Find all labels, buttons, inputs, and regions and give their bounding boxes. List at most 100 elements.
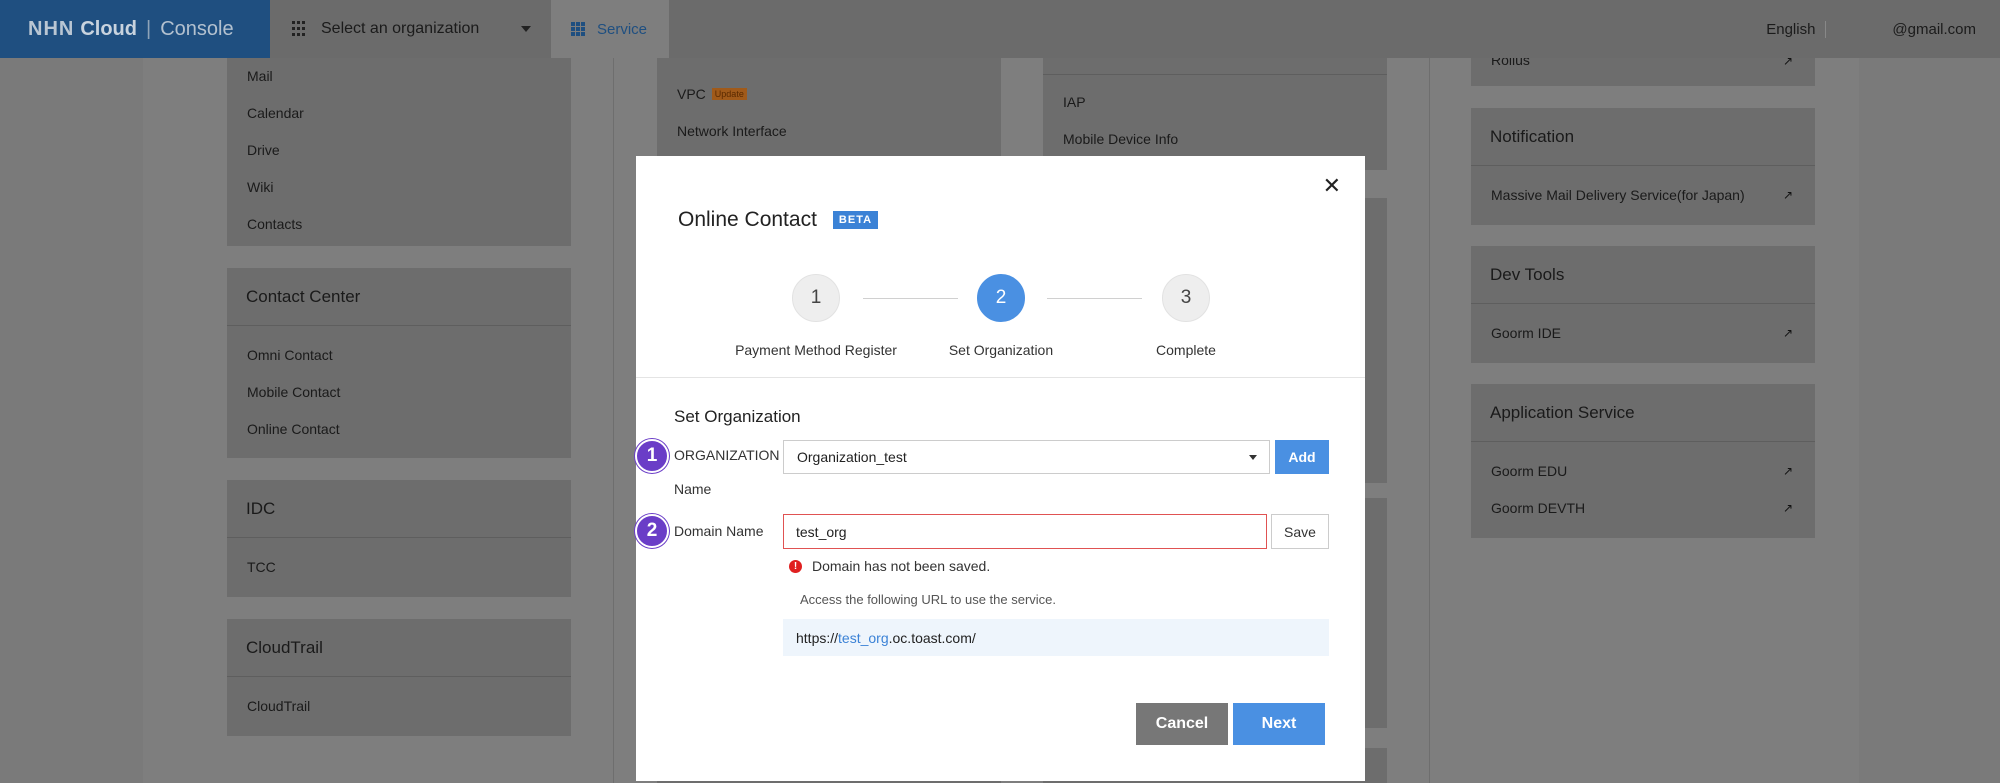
service-item-cloudtrail[interactable]: CloudTrail: [227, 687, 571, 724]
step-1-label: Payment Method Register: [735, 342, 897, 358]
annotation-badge-2: 2: [635, 514, 669, 548]
apps-grid-icon: [571, 22, 585, 36]
url-prefix: https://: [796, 629, 839, 646]
notification-card: Notification Massive Mail Delivery Servi…: [1471, 108, 1815, 225]
next-button[interactable]: Next: [1233, 703, 1325, 745]
service-item-tcc[interactable]: TCC: [227, 548, 571, 585]
external-link-icon: ↗: [1782, 325, 1793, 340]
step-1-circle: 1: [792, 274, 840, 322]
service-item-network-interface[interactable]: Network Interface: [657, 112, 1001, 149]
brand-logo-mark: NHN: [28, 17, 75, 40]
organization-select[interactable]: Select an organization: [270, 0, 551, 58]
external-link-icon: ↗: [1782, 463, 1793, 478]
service-tab[interactable]: Service: [551, 0, 669, 58]
step-1: 1 Payment Method Register: [716, 274, 916, 358]
user-email[interactable]: @gmail.com: [1892, 21, 1976, 38]
service-item-goorm-edu[interactable]: Goorm EDU ↗: [1471, 452, 1815, 489]
column-divider: [613, 58, 614, 783]
service-item-omni-contact[interactable]: Omni Contact: [227, 336, 571, 373]
service-item-mail[interactable]: Mail: [227, 58, 571, 94]
contact-center-card: Contact Center Omni Contact Mobile Conta…: [227, 268, 571, 458]
stepper: 1 Payment Method Register 2 Set Organiza…: [636, 274, 1365, 374]
column-divider: [1429, 58, 1430, 783]
step-3: 3 Complete: [1086, 274, 1286, 358]
application-service-title: Application Service: [1471, 384, 1815, 442]
chevron-down-icon: [1249, 454, 1257, 460]
contact-center-title: Contact Center: [227, 268, 571, 326]
url-hint: Access the following URL to use the serv…: [800, 592, 1057, 607]
service-item-drive[interactable]: Drive: [227, 131, 571, 168]
save-domain-button[interactable]: Save: [1271, 514, 1329, 549]
service-item-contacts[interactable]: Contacts: [227, 205, 571, 242]
section-title: Set Organization: [674, 407, 801, 426]
idc-card: IDC TCC: [227, 480, 571, 597]
chevron-down-icon: [521, 26, 531, 32]
external-link-icon: ↗: [1782, 58, 1793, 68]
domain-error-message: Domain has not been saved.: [812, 558, 991, 574]
brand-separator: |: [146, 17, 152, 40]
service-item-massive-mail[interactable]: Massive Mail Delivery Service(for Japan)…: [1471, 176, 1815, 213]
vpc-label: VPC: [677, 85, 706, 102]
step-2: 2 Set Organization: [901, 274, 1101, 358]
brand-logo[interactable]: NHN Cloud | Console: [0, 0, 270, 58]
service-item-rollus[interactable]: Rollus ↗: [1471, 58, 1815, 68]
step-2-circle: 2: [977, 274, 1025, 322]
collaboration-card: Mail Calendar Drive Wiki Contacts: [227, 58, 571, 246]
close-icon[interactable]: ✕: [1323, 174, 1341, 199]
service-tab-label: Service: [597, 20, 648, 38]
organization-selected-value: Organization_test: [797, 449, 907, 465]
service-url-box: https:// test_org .oc.toast.com/: [783, 619, 1329, 656]
step-2-label: Set Organization: [948, 342, 1054, 358]
top-bar: NHN Cloud | Console Select an organizati…: [0, 0, 2000, 58]
language-selector[interactable]: English: [1766, 20, 1827, 38]
organization-select-dropdown[interactable]: Organization_test: [783, 440, 1270, 474]
dev-tools-card: Dev Tools Goorm IDE ↗: [1471, 246, 1815, 363]
cloudtrail-card: CloudTrail CloudTrail: [227, 619, 571, 736]
domain-name-label: Domain Name: [674, 523, 764, 539]
url-suffix: .oc.toast.com/: [888, 629, 976, 646]
update-tag: Update: [711, 87, 747, 100]
organization-label-name: Name: [674, 481, 712, 497]
service-item-goorm-devth[interactable]: Goorm DEVTH ↗: [1471, 489, 1815, 526]
goorm-ide-label: Goorm IDE: [1491, 324, 1562, 341]
external-link-icon: ↗: [1782, 187, 1793, 202]
top-right-menu: English @gmail.com: [1766, 20, 2000, 38]
add-organization-button[interactable]: Add: [1275, 440, 1329, 474]
modal-title-text: Online Contact: [678, 208, 817, 231]
beta-badge: BETA: [832, 211, 879, 229]
notification-title: Notification: [1471, 108, 1815, 166]
service-item-vpc[interactable]: VPC Update: [657, 75, 1001, 112]
service-item-goorm-ide[interactable]: Goorm IDE ↗: [1471, 314, 1815, 351]
service-item-calendar[interactable]: Calendar: [227, 94, 571, 131]
organization-select-label: Select an organization: [321, 20, 480, 37]
top-right-card: Rollus ↗: [1471, 58, 1815, 86]
service-item-mobile-device-info[interactable]: Mobile Device Info: [1043, 120, 1387, 157]
service-item-iap[interactable]: IAP: [1043, 83, 1387, 120]
goorm-edu-label: Goorm EDU: [1491, 462, 1568, 479]
dev-tools-title: Dev Tools: [1471, 246, 1815, 304]
idc-title: IDC: [227, 480, 571, 538]
online-contact-modal: ✕ Online Contact BETA 1 Payment Method R…: [635, 156, 1365, 781]
network-card: VPC Update Network Interface: [657, 58, 1001, 158]
modal-title: Online Contact BETA: [678, 208, 879, 232]
domain-error: ! Domain has not been saved.: [789, 558, 990, 574]
mobile-service-card: IAP Mobile Device Info: [1043, 58, 1387, 170]
organization-label: ORGANIZATION: [674, 447, 780, 463]
service-item-mobile-contact[interactable]: Mobile Contact: [227, 373, 571, 410]
url-domain: test_org: [838, 629, 889, 646]
service-item-wiki[interactable]: Wiki: [227, 168, 571, 205]
modal-divider: [636, 377, 1365, 378]
external-link-icon: ↗: [1782, 500, 1793, 515]
service-item-online-contact[interactable]: Online Contact: [227, 410, 571, 447]
building-icon: [292, 21, 305, 37]
application-service-card: Application Service Goorm EDU ↗ Goorm DE…: [1471, 384, 1815, 538]
step-3-label: Complete: [1156, 342, 1216, 358]
domain-name-input[interactable]: [783, 514, 1267, 549]
goorm-devth-label: Goorm DEVTH: [1491, 499, 1586, 516]
massive-mail-label: Massive Mail Delivery Service(for Japan): [1491, 186, 1745, 203]
cancel-button[interactable]: Cancel: [1136, 703, 1228, 745]
cloudtrail-title: CloudTrail: [227, 619, 571, 677]
annotation-badge-1: 1: [635, 439, 669, 473]
rollus-label: Rollus: [1491, 58, 1530, 68]
step-3-circle: 3: [1162, 274, 1210, 322]
